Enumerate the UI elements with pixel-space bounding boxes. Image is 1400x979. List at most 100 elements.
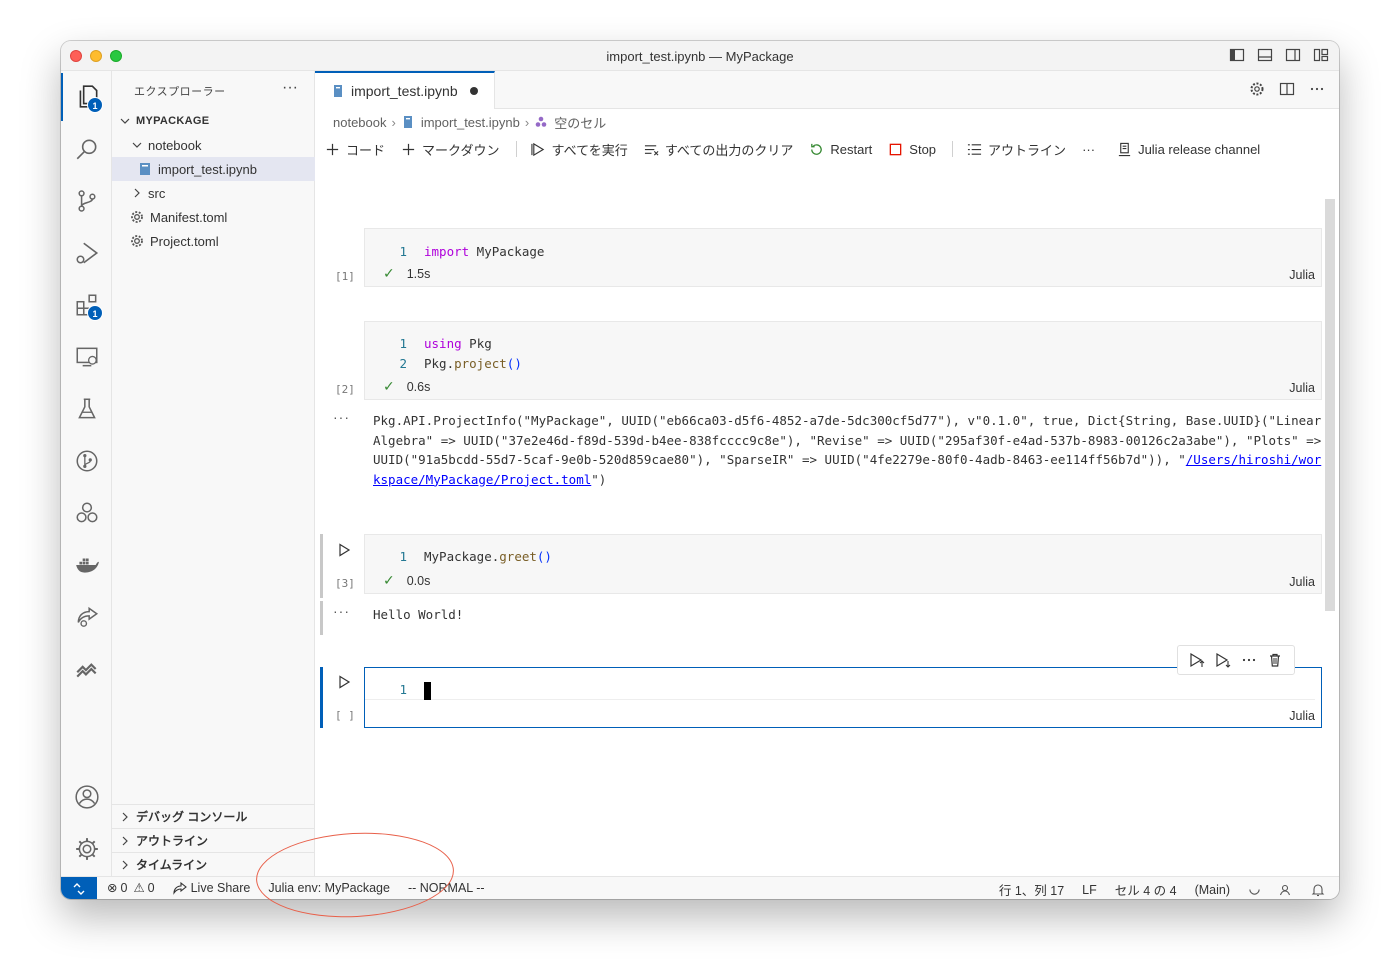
tab-label: import_test.ipynb — [351, 83, 458, 99]
live-share-status[interactable]: Live Share — [173, 881, 250, 895]
notebook-cell-1[interactable]: 1 import MyPackage ✓ 1.5s Julia — [364, 228, 1322, 287]
settings-gear-icon[interactable] — [1249, 81, 1265, 97]
activity-extensions[interactable]: 1 — [61, 281, 112, 329]
run-above-icon[interactable] — [1189, 652, 1205, 668]
activity-testing[interactable] — [61, 385, 112, 433]
customize-layout-icon[interactable] — [1313, 47, 1329, 63]
run-cell-icon[interactable] — [337, 543, 351, 557]
section-timeline[interactable]: タイムライン — [112, 852, 315, 876]
split-editor-icon[interactable] — [1279, 81, 1295, 97]
breadcrumb-cell[interactable]: 空のセル — [554, 113, 606, 132]
cell-output: Pkg.API.ProjectInfo("MyPackage", UUID("e… — [373, 411, 1323, 489]
code-object: Pkg. — [424, 356, 455, 371]
toggle-secondary-sidebar-icon[interactable] — [1285, 47, 1301, 63]
more-label: ··· — [1082, 141, 1096, 157]
more-actions-icon[interactable] — [1309, 81, 1325, 97]
tree-folder-src[interactable]: src — [112, 181, 315, 205]
problems-indicator[interactable]: ⊗ 0 ⚠ 0 — [107, 880, 155, 896]
text-cursor — [424, 681, 431, 700]
code-line[interactable]: 2 Pkg.project() — [365, 354, 521, 374]
section-outline[interactable]: アウトライン — [112, 828, 315, 852]
code-line[interactable]: 1 — [365, 680, 1315, 700]
breadcrumb-folder[interactable]: notebook — [333, 115, 387, 130]
toolbar-more-button[interactable]: ··· — [1082, 142, 1095, 157]
activity-gitlens[interactable] — [61, 645, 112, 693]
feedback-icon[interactable] — [1279, 883, 1293, 897]
cell-position[interactable]: セル 4 の 4 — [1115, 880, 1177, 899]
cell-language-picker[interactable]: Julia — [1289, 709, 1315, 723]
remote-indicator[interactable] — [61, 877, 97, 899]
code-line[interactable]: 1 import MyPackage — [365, 242, 544, 262]
activity-julia[interactable] — [61, 489, 112, 537]
code-object: MyPackage. — [424, 549, 500, 564]
cell-language-picker[interactable]: Julia — [1289, 381, 1315, 395]
more-actions-icon[interactable] — [1241, 652, 1257, 668]
gear-file-icon — [131, 211, 143, 223]
activity-accounts[interactable] — [61, 773, 112, 821]
activity-remote-explorer[interactable] — [61, 333, 112, 381]
chevron-right-icon — [122, 812, 128, 821]
activity-search[interactable] — [61, 125, 112, 173]
line-number: 2 — [399, 356, 407, 371]
error-icon: ⊗ — [107, 881, 118, 895]
kernel-busy-icon[interactable] — [1248, 883, 1261, 896]
code-text: Pkg — [461, 336, 492, 351]
restart-kernel-button[interactable]: Restart — [809, 142, 872, 157]
add-code-cell-button[interactable]: コード — [325, 140, 385, 159]
unsaved-dot-icon[interactable] — [469, 87, 478, 95]
cell-language-picker[interactable]: Julia — [1289, 575, 1315, 589]
end-of-line[interactable]: LF — [1082, 883, 1097, 897]
tree-file-import-test[interactable]: import_test.ipynb — [112, 157, 315, 181]
activity-explorer[interactable]: 1 — [61, 73, 112, 121]
notifications-icon[interactable] — [1311, 883, 1325, 897]
activity-live-share[interactable] — [61, 593, 112, 641]
activity-docker[interactable] — [61, 541, 112, 589]
notebook-cell-2[interactable]: 1 using Pkg 2 Pkg.project() ✓ 0.6s Julia — [364, 321, 1322, 400]
notebook-cell-4[interactable]: 1 Julia — [364, 667, 1322, 728]
kernel-picker-button[interactable]: Julia release channel — [1117, 142, 1260, 157]
stop-kernel-button[interactable]: Stop — [888, 142, 936, 157]
activity-run-debug[interactable] — [61, 229, 112, 277]
cell-language-picker[interactable]: Julia — [1289, 268, 1315, 282]
spinner-icon — [1249, 889, 1260, 895]
cell-execution-status: ✓ 1.5s — [383, 265, 430, 282]
code-line[interactable]: 1 using Pkg — [365, 334, 492, 354]
button-label: コード — [346, 142, 386, 158]
tab-import-test[interactable]: import_test.ipynb — [315, 71, 495, 109]
notebook-cell-3[interactable]: 1 MyPackage.greet() ✓ 0.0s Julia — [364, 534, 1322, 594]
tree-folder-notebook[interactable]: notebook — [112, 133, 315, 157]
status-bar: ⊗ 0 ⚠ 0 Live Share Julia env: MyPackage --… — [61, 876, 1339, 899]
explorer-sidebar: エクスプローラー ··· MYPACKAGE notebook import_t… — [112, 71, 315, 876]
output-text: Hello World! — [373, 607, 464, 622]
activity-git-graph[interactable] — [61, 437, 112, 485]
activity-manage[interactable] — [61, 825, 112, 873]
trash-icon[interactable] — [1267, 652, 1283, 668]
plus-icon — [326, 143, 339, 155]
section-debug-console[interactable]: デバッグ コンソール — [112, 804, 315, 828]
run-below-icon[interactable] — [1215, 652, 1231, 668]
julia-env-status[interactable]: Julia env: MyPackage — [268, 881, 390, 895]
cursor-position[interactable]: 行 1、列 17 — [999, 880, 1064, 899]
code-line[interactable]: 1 MyPackage.greet() — [365, 547, 552, 567]
tree-file-manifest[interactable]: Manifest.toml — [112, 205, 315, 229]
toggle-primary-sidebar-icon[interactable] — [1229, 47, 1245, 63]
editor-scrollbar[interactable] — [1325, 199, 1335, 611]
outline-button[interactable]: アウトライン — [967, 140, 1066, 159]
breadcrumb-file[interactable]: import_test.ipynb — [421, 115, 520, 130]
clear-all-outputs-button[interactable]: すべての出力のクリア — [644, 140, 793, 159]
git-graph-icon — [75, 450, 98, 472]
toggle-panel-icon[interactable] — [1257, 47, 1273, 63]
outline-list-icon — [967, 143, 982, 155]
explorer-more-actions[interactable]: ··· — [282, 79, 298, 97]
stop-icon — [889, 143, 902, 155]
activity-source-control[interactable] — [61, 177, 112, 225]
run-all-button[interactable]: すべてを実行 — [530, 140, 628, 159]
add-markdown-cell-button[interactable]: マークダウン — [401, 140, 500, 159]
output-more-actions[interactable]: ··· — [333, 603, 350, 619]
run-cell-icon[interactable] — [337, 675, 351, 689]
branch-status[interactable]: (Main) — [1195, 883, 1230, 897]
output-more-actions[interactable]: ··· — [333, 409, 350, 425]
cell-toolbar — [1177, 645, 1295, 675]
workspace-section-header[interactable]: MYPACKAGE — [112, 109, 315, 133]
tree-file-project[interactable]: Project.toml — [112, 229, 315, 253]
